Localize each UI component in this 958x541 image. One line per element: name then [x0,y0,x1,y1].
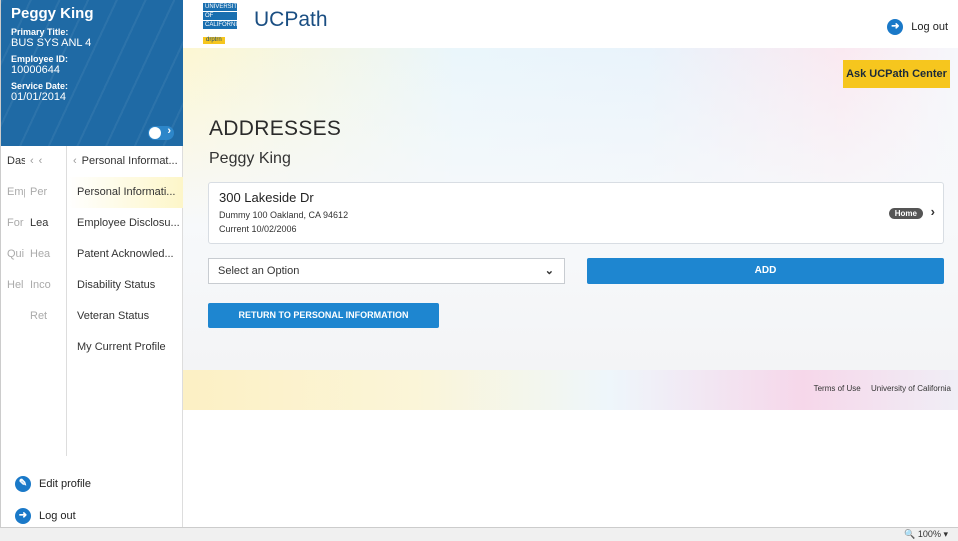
nav-item-income[interactable]: Inco [25,270,66,301]
person-name: Peggy King [209,150,291,167]
browser-status-bar: 🔍 100% ▾ [0,527,958,541]
chevron-left-icon: ‹ [73,155,77,167]
add-button[interactable]: ADD [587,258,944,284]
chevron-right-icon: › [167,125,171,137]
service-date-label: Service Date: [11,81,69,91]
profile-toggle[interactable]: › [148,125,174,140]
select-value: Select an Option [218,265,300,277]
nav-item-personal-information[interactable]: Personal Informati... [67,177,184,208]
sidebar-footer: ✎ Edit profile ➜ Log out [1,468,184,532]
nav-columns: Das ‹ Emp For Qui Hel ‹‹ Per Lea Hea Inc… [1,146,184,456]
profile-card: Peggy King Primary Title: BUS SYS ANL 4 … [1,0,184,146]
profile-name: Peggy King [11,5,94,22]
terms-of-use-link[interactable]: Terms of Use [814,384,861,393]
nav-item-leave[interactable]: Lea [25,208,66,239]
zoom-level: 100% [917,529,941,539]
address-type-select[interactable]: Select an Option ⌄ [208,258,565,284]
logo-line: OF [203,12,237,20]
sidebar: Peggy King Primary Title: BUS SYS ANL 4 … [0,0,184,527]
logout-icon: ➜ [887,19,904,35]
employee-id-value: 10000644 [11,64,60,76]
address-street: 300 Lakeside Dr [219,190,314,205]
ask-ucpath-center-button[interactable]: Ask UCPath Center [843,60,950,88]
nav-item-quick[interactable]: Qui [1,239,25,270]
nav-item-personal[interactable]: Per [25,177,66,208]
nav-column-2: ‹ ‹ Per Lea Hea Inco Ret [25,146,67,456]
nav-item-disability-status[interactable]: Disability Status [67,270,184,301]
return-to-personal-information-button[interactable]: RETURN TO PERSONAL INFORMATION [208,303,439,328]
nav-col2-back[interactable]: ‹ ‹ [25,146,66,177]
address-card[interactable]: 300 Lakeside Dr Dummy 100 Oakland, CA 94… [208,182,944,244]
pencil-icon: ✎ [15,476,31,492]
logo-line: CALIFORNIA [203,21,242,29]
nav-column-1: Das ‹ Emp For Qui Hel [1,146,25,456]
employee-id-label: Employee ID: [11,54,69,64]
primary-title-label: Primary Title: [11,27,69,37]
nav-column-3: ‹ Personal Informat... Personal Informati… [67,146,184,456]
university-link[interactable]: University of California [871,384,951,393]
chevron-down-icon: ⌄ [544,265,554,277]
footer-links: Terms of Use University of California [806,384,951,393]
sidebar-logout-label: Log out [39,510,76,522]
edit-profile-link[interactable]: ✎ Edit profile [1,468,184,500]
nav-item-help[interactable]: Hel [1,270,25,301]
primary-title-value: BUS SYS ANL 4 [11,37,92,49]
logo-line: UNIVERSITY [203,3,242,11]
nav-item-dashboard[interactable]: Das ‹ [1,146,25,177]
edit-profile-label: Edit profile [39,478,91,490]
logo-tag: drptrn [203,37,225,44]
logout-icon: ➜ [15,508,31,524]
zoom-icon: 🔍 [904,529,916,539]
brand-title[interactable]: UCPath [254,8,328,32]
page-title: ADDRESSES [209,117,342,140]
footer-band: Terms of Use University of California [183,370,958,410]
service-date-value: 01/01/2014 [11,91,67,103]
nav-item-patent-acknowledgement[interactable]: Patent Acknowled... [67,239,184,270]
address-status-line: Current 10/02/2006 [219,224,297,234]
header: UNIVERSITY OF CALIFORNIA drptrn UCPath ➜… [183,0,958,48]
home-badge: Home [888,208,923,219]
chevron-down-icon: ▾ [943,529,948,539]
uc-logo[interactable]: UNIVERSITY OF CALIFORNIA drptrn [203,3,253,44]
nav-item-forms[interactable]: For [1,208,25,239]
nav-item-retirement[interactable]: Ret [25,301,66,332]
header-logout-label: Log out [911,21,948,33]
nav-item-health[interactable]: Hea [25,239,66,270]
nav-item-veteran-status[interactable]: Veteran Status [67,301,184,332]
toggle-knob [149,127,161,139]
nav-item-my-current-profile[interactable]: My Current Profile [67,332,184,363]
nav-item-employee-disclosure[interactable]: Employee Disclosu... [67,208,184,239]
nav-item-employee[interactable]: Emp [1,177,25,208]
address-city-line: Dummy 100 Oakland, CA 94612 [219,210,349,220]
zoom-control[interactable]: 🔍 100% ▾ [904,529,948,540]
chevron-right-icon: › [930,204,935,219]
nav-col3-header[interactable]: ‹ Personal Informat... [67,146,184,177]
chevron-left-icon: ‹ [30,155,34,167]
header-logout-link[interactable]: ➜ Log out [887,19,948,35]
